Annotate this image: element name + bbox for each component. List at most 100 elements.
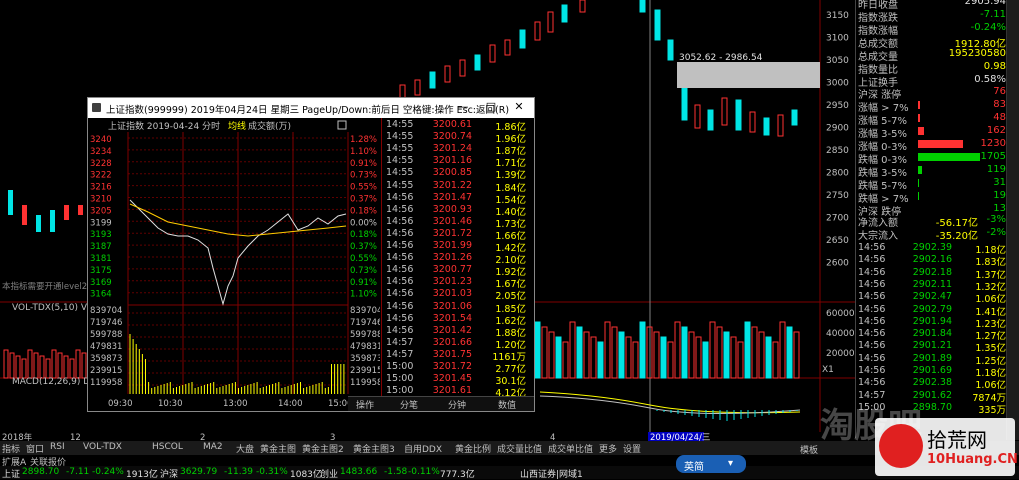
tab-ticks[interactable]: 分笔 [400,398,418,411]
price-tick-label: 2700 [826,214,849,224]
popup-tick-row[interactable]: 14:57 3201.66 1.20亿 [382,337,532,351]
indicator-tab[interactable]: RSI [50,442,65,452]
ime-badge[interactable]: 英简 ▾ [676,455,746,473]
tick-row[interactable]: 14:56 2901.89 1.25亿 [856,353,1006,367]
indicator-tab[interactable]: 大盘 [236,442,254,455]
breadth-bar [918,140,963,148]
indicator-tab[interactable]: 黄金比例 [455,442,491,455]
volume-bar [618,331,625,379]
intraday-vol-tick-right: 719746 [350,318,380,328]
popup-tick-row[interactable]: 14:56 3201.72 1.66亿 [382,228,532,242]
volume-bar [81,352,87,379]
tick-row[interactable]: 14:56 2902.11 1.32亿 [856,279,1006,293]
sh-pct: -0.24% [92,467,124,477]
popup-tick-list[interactable]: 14:55 3200.61 1.86亿 14:55 3200.74 1.96亿 14:55 3… [381,118,534,399]
popup-tick-row[interactable]: 14:56 3201.06 1.85亿 [382,301,532,315]
indicator-tab[interactable]: 黄金主图3 [353,442,395,455]
popup-tick-row[interactable]: 15:00 3201.45 30.1亿 [382,373,532,387]
tick-row[interactable]: 14:56 2902.16 1.83亿 [856,254,1006,268]
tab-values[interactable]: 数值 [498,398,516,411]
tick-row[interactable]: 14:56 2902.38 1.06亿 [856,377,1006,391]
indicator-tab[interactable]: 成交量比值 [497,442,542,455]
indicator-tab[interactable]: 自用DDX [404,442,442,455]
intraday-popup-window[interactable]: 上证指数(999999) 2019年04月24日 星期三 PageUp/Down… [87,97,535,412]
macd-indicator-label: MACD(12,26,9) DIF [12,377,98,387]
tick-time: 14:56 [858,315,886,327]
popup-tick-row[interactable]: 14:55 3200.74 1.96亿 [382,131,532,145]
indicator-tab[interactable]: HSCOL [152,442,183,452]
indicator-tab[interactable]: 窗口 [26,442,44,455]
popup-tick-row[interactable]: 14:56 3200.93 1.40亿 [382,204,532,218]
indicator-tab[interactable]: VOL-TDX [83,442,122,452]
price-tick-label: 3050 [826,56,849,66]
tick-row[interactable]: 14:56 2902.47 1.06亿 [856,291,1006,305]
maximize-button[interactable]: □ [480,100,502,116]
candle [50,210,55,232]
popup-tick-row[interactable]: 14:55 3200.85 1.39亿 [382,167,532,181]
popup-tick-row[interactable]: 14:56 3201.26 2.10亿 [382,252,532,266]
popup-tick-row[interactable]: 14:56 3201.23 1.67亿 [382,276,532,290]
volume-bar [765,336,772,379]
breadth-value: 31 [993,177,1006,188]
tick-row[interactable]: 14:56 2902.18 1.37亿 [856,267,1006,281]
indicator-tab[interactable]: 指标 [2,442,20,455]
intraday-time-tick: 09:30 [108,399,133,409]
template-label[interactable]: 模板 [800,443,818,456]
legend-avg: 均线 [228,120,246,132]
popup-tick-row[interactable]: 14:55 3201.22 1.84亿 [382,180,532,194]
intraday-price-tick: 3193 [90,230,112,240]
candle [489,44,496,63]
candle [474,54,481,71]
side-toolbar[interactable] [1006,0,1019,440]
price-tick-label: 2650 [826,236,849,246]
tick-row[interactable]: 14:56 2901.84 1.27亿 [856,328,1006,342]
tick-row[interactable]: 14:56 2901.94 1.23亿 [856,315,1006,330]
indicator-tab[interactable]: 黄金主图 [260,442,296,455]
tick-row[interactable]: 14:56 2901.69 1.18亿 [856,365,1006,379]
popup-tick-row[interactable]: 14:57 3201.75 1161万 [382,349,532,363]
volume-bar [688,331,695,379]
close-button[interactable]: ✕ [508,100,530,116]
popup-tick-row[interactable]: 14:56 3201.42 1.88亿 [382,324,532,339]
popup-title-bar[interactable]: 上证指数(999999) 2019年04月24日 星期三 PageUp/Down… [88,98,534,118]
popup-tick-row[interactable]: 14:56 3201.03 2.05亿 [382,288,532,302]
popup-tick-row[interactable]: 14:55 3201.16 1.71亿 [382,155,532,169]
popup-tick-row[interactable]: 14:56 3201.47 1.54亿 [382,192,532,206]
tick-price: 2901.84 [912,328,952,340]
popup-tick-row[interactable]: 14:56 3201.46 1.73亿 [382,216,532,230]
intraday-chart[interactable]: 上证指数 2019-04-24 分时 均线 成交额(万) 3240 1.28% 32… [88,118,380,410]
tick-time: 14:56 [386,324,414,336]
tick-row[interactable]: 14:56 2902.39 1.18亿 [856,242,1006,256]
indicator-tab[interactable]: MA2 [203,442,223,452]
volume-bar [541,326,548,379]
sub-bar[interactable]: 扩展A 关联报价 [0,455,1019,468]
popup-tick-row[interactable]: 14:56 3200.77 1.92亿 [382,264,532,278]
tab-operate[interactable]: 操作 [356,398,374,411]
volume-bar [33,352,39,379]
stat-row: 总成交量 195230580 [856,48,1006,63]
tick-row[interactable]: 14:56 2902.79 1.41亿 [856,304,1006,318]
candle [654,9,661,41]
indicator-tab[interactable]: 黄金主图2 [302,442,344,455]
status-bar: 上证 2898.70 -7.11 -0.24% 1913亿 沪深 3629.79… [0,466,1019,480]
volume-bar [57,352,63,379]
popup-tick-row[interactable]: 14:55 3200.61 1.86亿 [382,119,532,133]
minimize-button[interactable]: — [452,100,474,116]
popup-tabs[interactable]: 操作 分笔 分钟 数值 [348,396,534,411]
popup-tick-row[interactable]: 14:56 3201.99 1.42亿 [382,240,532,254]
candle [8,190,13,215]
popup-tick-row[interactable]: 14:56 3201.54 1.62亿 [382,313,532,327]
range-selection-box[interactable] [677,62,820,88]
indicator-tab[interactable]: 更多 [599,442,617,455]
price-tick-label: 2750 [826,191,849,201]
tab-minute[interactable]: 分钟 [448,398,466,411]
chart-toggle-icon[interactable] [337,120,347,130]
indicator-tab[interactable]: 设置 [623,442,641,455]
popup-tick-row[interactable]: 14:55 3201.24 1.87亿 [382,143,532,157]
volume-bar [779,321,786,379]
indicator-tab[interactable]: 成交单比值 [548,442,593,455]
tick-row[interactable]: 14:56 2901.21 1.35亿 [856,340,1006,354]
intraday-vol-tick: 359873 [90,354,122,364]
breadth-value: 48 [993,112,1006,123]
popup-tick-row[interactable]: 15:00 3201.72 2.77亿 [382,361,532,375]
